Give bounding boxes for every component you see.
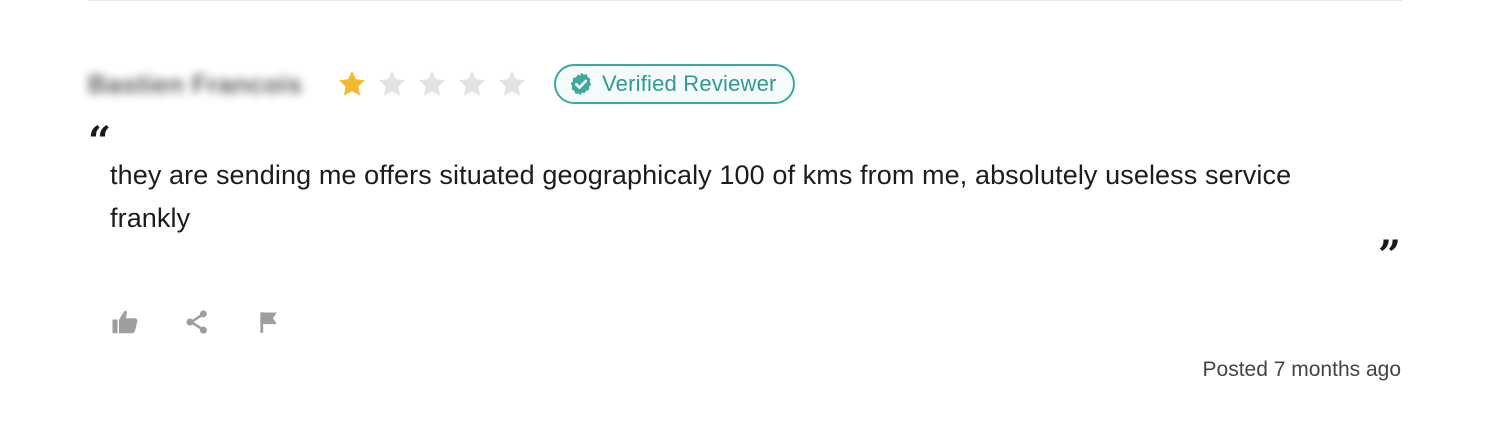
open-quote-mark: “ [88, 118, 112, 165]
review-header: Bastien Francois Verified Reviewer [88, 60, 795, 108]
top-divider [88, 0, 1402, 1]
posted-time: Posted 7 months ago [1202, 358, 1401, 381]
star-4-icon [456, 68, 488, 100]
verified-check-icon [568, 71, 594, 97]
verified-label: Verified Reviewer [602, 71, 777, 96]
star-5-icon [496, 68, 528, 100]
reviewer-name: Bastien Francois [88, 68, 303, 99]
like-button[interactable] [108, 304, 142, 340]
flag-icon [256, 307, 282, 337]
thumbs-up-icon [110, 307, 140, 337]
report-button[interactable] [252, 304, 286, 340]
star-rating [336, 68, 536, 100]
review-text: they are sending me offers situated geog… [110, 160, 1292, 233]
star-1-icon [336, 68, 368, 100]
star-3-icon [416, 68, 448, 100]
review-actions [108, 304, 324, 340]
close-quote-mark: ” [1378, 232, 1402, 279]
star-2-icon [376, 68, 408, 100]
share-button[interactable] [180, 304, 214, 340]
verified-reviewer-badge: Verified Reviewer [554, 64, 795, 104]
share-icon [183, 307, 211, 337]
